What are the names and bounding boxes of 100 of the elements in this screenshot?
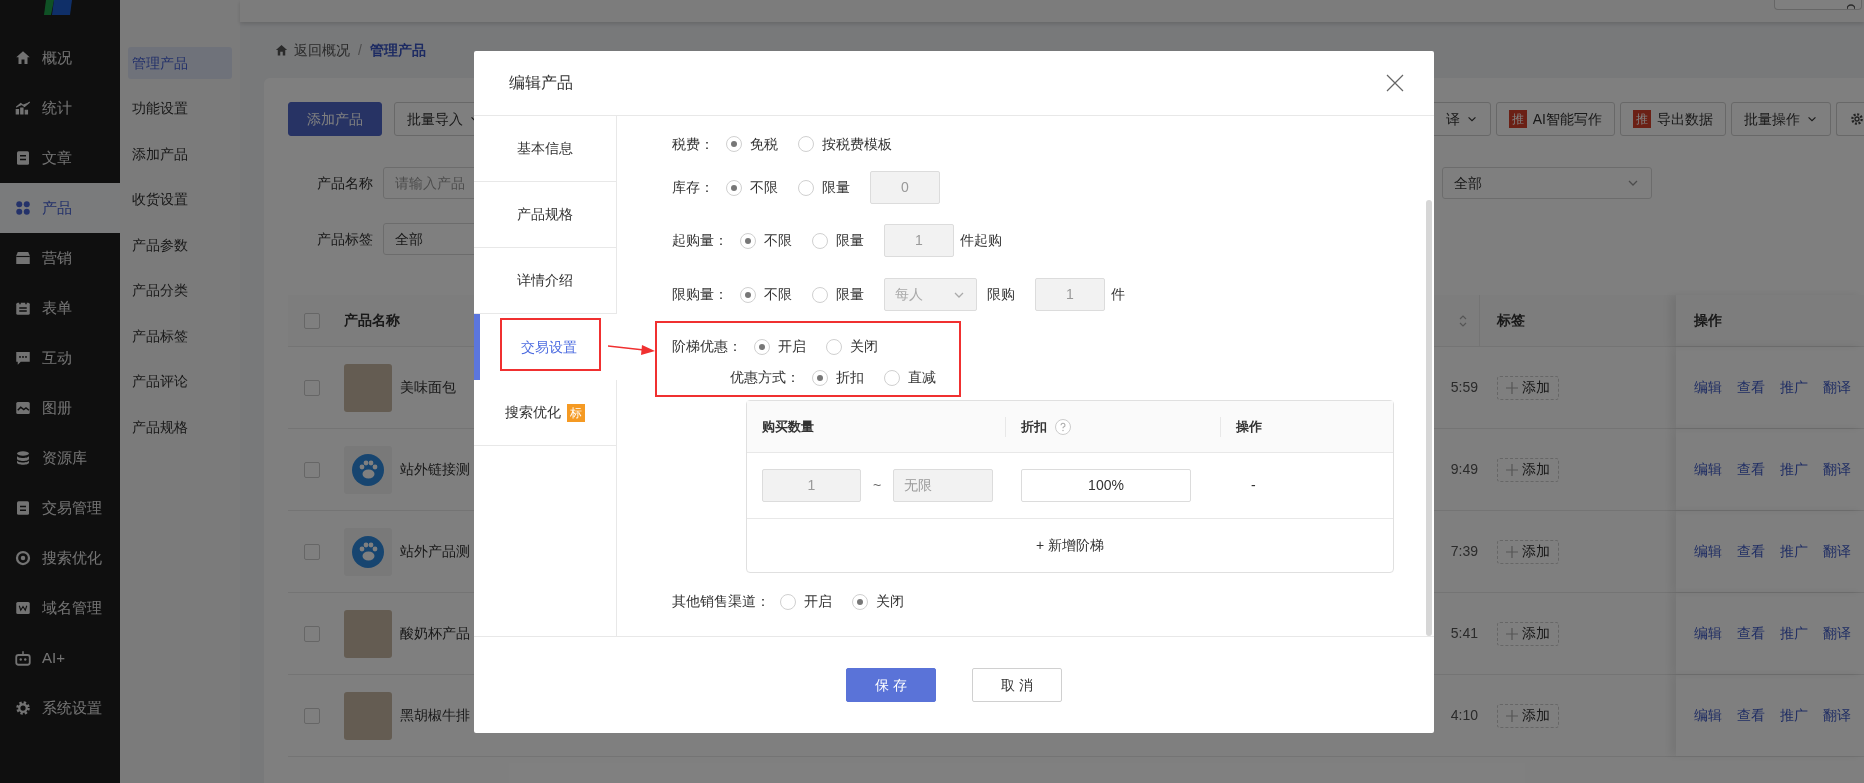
toolbar-button[interactable]: 推 AI智能写作 (1495, 102, 1615, 136)
action-link[interactable]: 编辑 (1694, 541, 1722, 562)
add-tier-button[interactable]: + 新增阶梯 (747, 519, 1393, 572)
add-tag-button[interactable]: 添加 (1497, 621, 1559, 646)
scrollbar-thumb[interactable] (1426, 200, 1432, 636)
radio-button[interactable] (812, 286, 828, 303)
action-link[interactable]: 推广 (1780, 459, 1808, 480)
breadcrumb-link[interactable]: 返回概况 (274, 39, 350, 61)
action-link[interactable]: 编辑 (1694, 705, 1722, 726)
radio-button[interactable] (798, 136, 814, 152)
action-link[interactable]: 推广 (1780, 705, 1808, 726)
tag-badge: 推 (1633, 110, 1651, 128)
action-link[interactable]: 翻译 (1823, 623, 1851, 644)
radio-button[interactable] (740, 232, 756, 249)
sidebar-item[interactable]: AI+ (0, 633, 120, 683)
user-menu[interactable] (1774, 0, 1862, 10)
submenu-item[interactable]: 产品规格 (128, 411, 232, 443)
action-link[interactable]: 查看 (1737, 623, 1765, 644)
checkbox[interactable] (304, 379, 320, 396)
sidebar-item[interactable]: 搜索优化 (0, 533, 120, 583)
chat-icon (14, 349, 32, 367)
sidebar-item[interactable]: 互动 (0, 333, 120, 383)
checkbox[interactable] (304, 312, 320, 329)
input-field[interactable]: 100% (1021, 469, 1191, 502)
radio-button[interactable] (726, 179, 742, 196)
action-link[interactable]: 编辑 (1694, 459, 1722, 480)
submenu-item[interactable]: 收货设置 (128, 183, 232, 216)
radio-button[interactable] (754, 338, 770, 355)
action-link[interactable]: 查看 (1737, 459, 1765, 480)
tab[interactable]: 搜索优化 标 (474, 380, 616, 446)
submenu-item[interactable]: 产品参数 (128, 229, 232, 261)
sidebar-item[interactable]: 概况 (0, 33, 120, 83)
radio-button[interactable] (798, 179, 814, 196)
action-link[interactable]: 翻译 (1823, 377, 1851, 398)
radio-button[interactable] (780, 593, 796, 610)
checkbox[interactable] (304, 461, 320, 478)
action-link[interactable]: 翻译 (1823, 705, 1851, 726)
option-label: 开启 (804, 592, 832, 611)
sidebar-item[interactable]: 文章 (0, 133, 120, 183)
input-field[interactable]: 无限 (893, 469, 994, 502)
checkbox[interactable] (304, 707, 320, 724)
sidebar-item[interactable]: 营销 (0, 233, 120, 283)
action-link[interactable]: 查看 (1737, 705, 1765, 726)
submenu-item[interactable]: 功能设置 (128, 92, 232, 125)
column-header: 标签 (1496, 311, 1526, 330)
sidebar-item[interactable]: 交易管理 (0, 483, 120, 533)
action-link[interactable]: 推广 (1780, 541, 1808, 562)
radio-button[interactable] (812, 232, 828, 249)
submenu-item[interactable]: 产品标签 (128, 320, 232, 352)
settings-button[interactable] (1836, 102, 1864, 136)
action-link[interactable]: 编辑 (1694, 377, 1722, 398)
action-link[interactable]: 翻译 (1823, 459, 1851, 480)
action-link[interactable]: 翻译 (1823, 541, 1851, 562)
tab[interactable]: 交易设置 (474, 314, 617, 380)
sidebar-item[interactable]: 域名管理 (0, 583, 120, 633)
tab[interactable]: 基本信息 (474, 116, 616, 182)
input-field[interactable]: 1 (762, 469, 861, 502)
radio-button[interactable] (884, 369, 900, 386)
close-button[interactable] (1386, 74, 1404, 92)
save-button[interactable]: 保 存 (846, 668, 936, 702)
radio-button[interactable] (852, 593, 868, 610)
action-link[interactable]: 查看 (1737, 541, 1765, 562)
checkbox[interactable] (304, 625, 320, 642)
add-product-button[interactable]: 添加产品 (288, 102, 382, 136)
submenu-item[interactable]: 管理产品 (128, 47, 232, 79)
select-field[interactable]: 全部 (1442, 167, 1652, 199)
paw-logo-icon (351, 452, 385, 487)
action-link[interactable]: 查看 (1737, 377, 1765, 398)
sidebar-item[interactable]: 产品 (0, 183, 120, 233)
user-icon (1847, 3, 1855, 9)
radio-button[interactable] (726, 136, 742, 152)
radio-button[interactable] (812, 369, 828, 386)
submenu-item[interactable]: 产品评论 (128, 365, 232, 398)
breadcrumb-link[interactable]: 管理产品 (369, 39, 426, 61)
submenu-item[interactable]: 产品分类 (128, 274, 232, 307)
add-tag-button[interactable]: 添加 (1497, 539, 1559, 564)
cancel-button[interactable]: 取 消 (972, 668, 1062, 702)
action-link[interactable]: 编辑 (1694, 623, 1722, 644)
add-tag-button[interactable]: 添加 (1497, 457, 1559, 482)
option-label: 不限 (764, 231, 792, 250)
action-link[interactable]: 推广 (1780, 377, 1808, 398)
tag-badge: 标 (567, 403, 585, 422)
sidebar-item[interactable]: 统计 (0, 83, 120, 133)
dropdown-button[interactable]: 批量操作 (1731, 102, 1831, 136)
sidebar-item[interactable]: 资源库 (0, 433, 120, 483)
photo-placeholder (344, 609, 392, 658)
paw-logo-icon (351, 534, 385, 569)
action-link[interactable]: 推广 (1780, 623, 1808, 644)
sidebar-item[interactable]: 图册 (0, 383, 120, 433)
plus-icon (1506, 627, 1518, 640)
tab[interactable]: 产品规格 (474, 182, 616, 248)
radio-button[interactable] (740, 286, 756, 303)
add-tag-button[interactable]: 添加 (1497, 375, 1559, 400)
submenu-item[interactable]: 添加产品 (128, 138, 232, 170)
sidebar-item[interactable]: 系统设置 (0, 683, 120, 733)
add-tag-button[interactable]: 添加 (1497, 703, 1559, 728)
checkbox[interactable] (304, 543, 320, 560)
sidebar-item[interactable]: 表单 (0, 283, 120, 333)
radio-button[interactable] (826, 338, 842, 355)
toolbar-button[interactable]: 推 导出数据 (1620, 102, 1726, 136)
